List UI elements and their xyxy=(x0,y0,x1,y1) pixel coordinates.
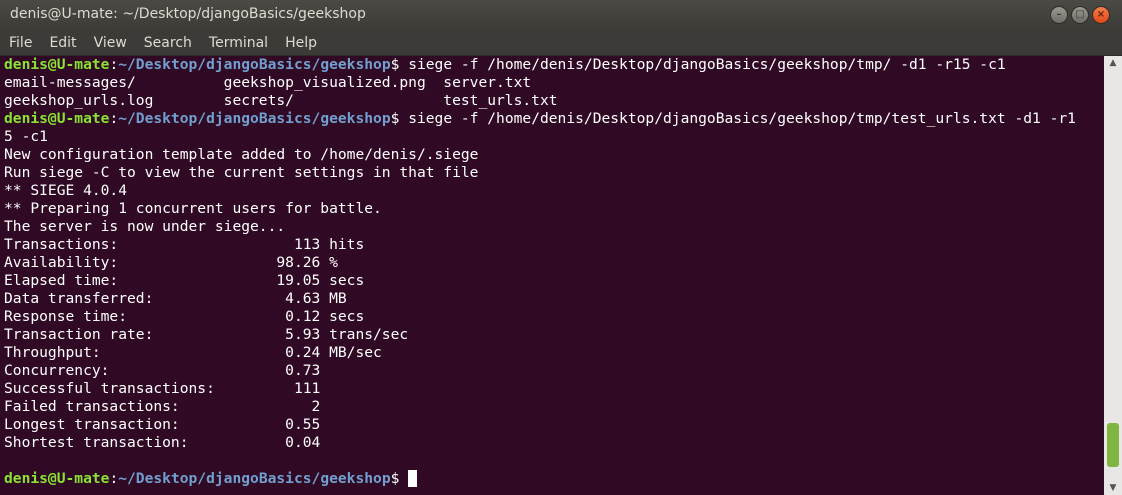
command-text: siege -f /home/denis/Desktop/djangoBasic… xyxy=(399,56,1006,73)
command-text: siege -f /home/denis/Desktop/djangoBasic… xyxy=(399,110,1076,127)
prompt-separator: : xyxy=(109,56,119,73)
output-line: email-messages/ geekshop_visualized.png … xyxy=(4,74,532,91)
output-line: ** SIEGE 4.0.4 xyxy=(4,182,128,199)
vertical-scrollbar[interactable]: ▲ ▼ xyxy=(1104,56,1122,495)
prompt-separator: : xyxy=(109,470,119,487)
prompt-line: denis@U-mate:~/Desktop/djangoBasics/geek… xyxy=(0,56,1104,74)
scrollbar-thumb[interactable] xyxy=(1107,423,1119,467)
title-bar[interactable]: denis@U-mate: ~/Desktop/djangoBasics/gee… xyxy=(0,0,1122,32)
prompt-user: denis@U-mate xyxy=(4,56,110,73)
output-line: Run siege -C to view the current setting… xyxy=(4,164,479,181)
command-wrap-line: 5 -c1 xyxy=(4,128,48,145)
menu-file[interactable]: File xyxy=(0,35,40,51)
stat-line: Transactions: 113 hits xyxy=(4,236,365,253)
terminal-output[interactable]: denis@U-mate:~/Desktop/djangoBasics/geek… xyxy=(0,56,1104,495)
maximize-button[interactable]: □ xyxy=(1071,6,1089,24)
stat-line: Data transferred: 4.63 MB xyxy=(4,290,347,307)
stat-line: Elapsed time: 19.05 secs xyxy=(4,272,365,289)
prompt-user: denis@U-mate xyxy=(4,470,110,487)
menu-search[interactable]: Search xyxy=(135,35,200,51)
stat-line: Concurrency: 0.73 xyxy=(4,362,321,379)
scroll-up-arrow-icon[interactable]: ▲ xyxy=(1104,56,1122,70)
stat-line: Longest transaction: 0.55 xyxy=(4,416,321,433)
window-controls: – □ × xyxy=(1050,6,1110,24)
prompt-line: denis@U-mate:~/Desktop/djangoBasics/geek… xyxy=(0,470,1104,488)
terminal-window: denis@U-mate: ~/Desktop/djangoBasics/gee… xyxy=(0,0,1122,495)
menu-view[interactable]: View xyxy=(85,35,135,51)
prompt-path: ~/Desktop/djangoBasics/geekshop xyxy=(118,110,391,127)
prompt-separator: : xyxy=(109,110,119,127)
text-cursor xyxy=(408,470,418,487)
output-line: The server is now under siege... xyxy=(4,218,286,235)
stat-line: Availability: 98.26 % xyxy=(4,254,338,271)
stat-line: Throughput: 0.24 MB/sec xyxy=(4,344,382,361)
menu-terminal[interactable]: Terminal xyxy=(200,35,276,51)
window-title: denis@U-mate: ~/Desktop/djangoBasics/gee… xyxy=(10,6,366,22)
prompt-path: ~/Desktop/djangoBasics/geekshop xyxy=(118,470,391,487)
menu-help[interactable]: Help xyxy=(276,35,325,51)
stat-line: Failed transactions: 2 xyxy=(4,398,321,415)
prompt-path: ~/Desktop/djangoBasics/geekshop xyxy=(118,56,391,73)
stat-line: Successful transactions: 111 xyxy=(4,380,321,397)
stat-line: Response time: 0.12 secs xyxy=(4,308,365,325)
output-line: geekshop_urls.log secrets/ test_urls.txt xyxy=(4,92,558,109)
scroll-down-arrow-icon[interactable]: ▼ xyxy=(1104,481,1122,495)
minimize-button[interactable]: – xyxy=(1050,6,1068,24)
menu-bar: File Edit View Search Terminal Help xyxy=(0,31,1122,56)
stat-line: Shortest transaction: 0.04 xyxy=(4,434,321,451)
output-line: New configuration template added to /hom… xyxy=(4,146,479,163)
close-button[interactable]: × xyxy=(1092,6,1110,24)
prompt-line: denis@U-mate:~/Desktop/djangoBasics/geek… xyxy=(0,110,1104,128)
prompt-user: denis@U-mate xyxy=(4,110,110,127)
menu-edit[interactable]: Edit xyxy=(40,35,84,51)
stat-line: Transaction rate: 5.93 trans/sec xyxy=(4,326,409,343)
output-line: ** Preparing 1 concurrent users for batt… xyxy=(4,200,382,217)
